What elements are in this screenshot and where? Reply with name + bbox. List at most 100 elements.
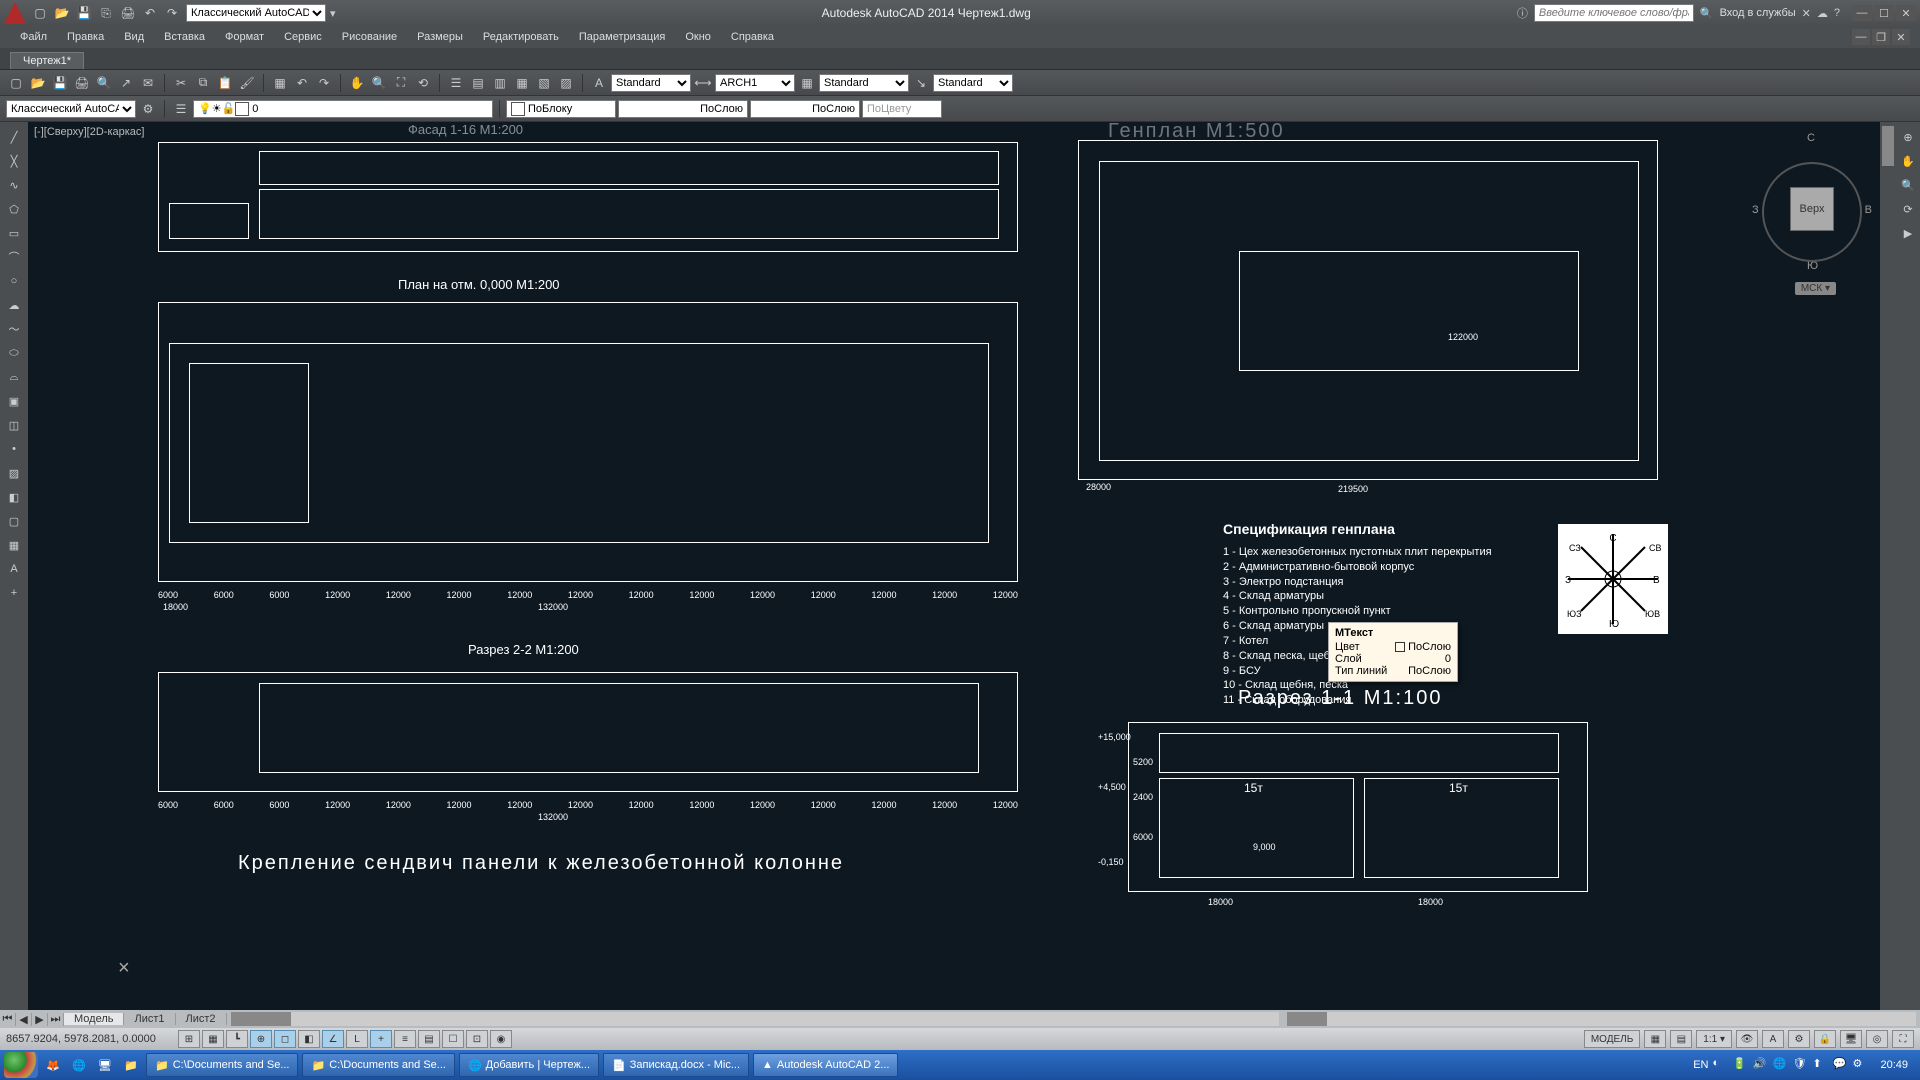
menu-draw[interactable]: Рисование (332, 29, 407, 45)
line-icon[interactable]: ╱ (3, 126, 25, 148)
tab-next-icon[interactable]: ▶ (32, 1013, 48, 1026)
toolbarlock-icon[interactable]: 🔒 (1814, 1030, 1836, 1048)
search-icon[interactable]: 🔍 (1700, 7, 1714, 20)
lineweight-select[interactable]: ПоСлою (618, 100, 748, 118)
polygon-icon[interactable]: ⬠ (3, 198, 25, 220)
tray-icon[interactable]: ◐ (1712, 1057, 1728, 1073)
linetype-select[interactable]: ПоСлою (750, 100, 860, 118)
annovisibility-icon[interactable]: 👁 (1736, 1030, 1758, 1048)
redo-icon[interactable]: ↷ (162, 3, 182, 23)
menu-service[interactable]: Сервис (274, 29, 332, 45)
doc-restore-button[interactable]: ❐ (1872, 29, 1890, 45)
open-icon[interactable]: 📂 (52, 3, 72, 23)
menu-edit[interactable]: Правка (57, 29, 114, 45)
maximize-button[interactable]: ☐ (1874, 5, 1894, 21)
orbit-icon[interactable]: ⟳ (1897, 198, 1919, 220)
viewport-label[interactable]: [-][Сверху][2D-каркас] (34, 126, 144, 138)
redo2-icon[interactable]: ↷ (314, 73, 334, 93)
tray-icon[interactable]: 🔊 (1752, 1057, 1768, 1073)
cleanscreen-icon[interactable]: ⛶ (1892, 1030, 1914, 1048)
properties-icon[interactable]: ☰ (446, 73, 466, 93)
xline-icon[interactable]: ╳ (3, 150, 25, 172)
menu-view[interactable]: Вид (114, 29, 154, 45)
menu-file[interactable]: Файл (10, 29, 57, 45)
mleaderstyle-icon[interactable]: ↘ (911, 73, 931, 93)
block-icon[interactable]: ◫ (3, 414, 25, 436)
isolate-icon[interactable]: ◎ (1866, 1030, 1888, 1048)
pan2-icon[interactable]: ✋ (1897, 150, 1919, 172)
saveas-icon[interactable]: ⎘ (96, 3, 116, 23)
spline-icon[interactable]: 〜 (3, 318, 25, 340)
plot-icon[interactable]: 🖨 (118, 3, 138, 23)
save-icon[interactable]: 💾 (74, 3, 94, 23)
grid-toggle[interactable]: ▦ (202, 1030, 224, 1048)
copy-icon[interactable]: ⧉ (193, 73, 213, 93)
menu-parametric[interactable]: Параметризация (569, 29, 675, 45)
markup-icon[interactable]: ▧ (534, 73, 554, 93)
doc-close-button[interactable]: ✕ (1892, 29, 1910, 45)
point-icon[interactable]: • (3, 438, 25, 460)
osnap-toggle[interactable]: ◻ (274, 1030, 296, 1048)
textstyle-select[interactable]: Standard (611, 74, 691, 92)
mtext-icon[interactable]: A (3, 558, 25, 580)
ellipsearc-icon[interactable]: ⌓ (3, 366, 25, 388)
sc-toggle[interactable]: ⊡ (466, 1030, 488, 1048)
tpy-toggle[interactable]: ▤ (418, 1030, 440, 1048)
signin-label[interactable]: Вход в службы (1720, 7, 1796, 19)
drawing-canvas[interactable]: [-][Сверху][2D-каркас] С З В Ю Верх МСК … (28, 122, 1896, 1010)
zoomwin-icon[interactable]: ⛶ (391, 73, 411, 93)
ql-desktop-icon[interactable]: 🖥 (94, 1054, 116, 1076)
annoautoscale-icon[interactable]: A (1762, 1030, 1784, 1048)
region-icon[interactable]: ▢ (3, 510, 25, 532)
layer-select[interactable]: 💡 ☀ 🔓 0 (193, 100, 493, 118)
start-button[interactable] (4, 1052, 38, 1078)
ortho-toggle[interactable]: ┗ (226, 1030, 248, 1048)
workspace-select2[interactable]: Классический AutoCAD (6, 100, 136, 118)
stayconnected-icon[interactable]: ☁ (1817, 7, 1828, 20)
wcs-selector[interactable]: МСК ▾ (1795, 282, 1836, 295)
tray-clock[interactable]: 20:49 (1872, 1059, 1916, 1071)
ql-firefox-icon[interactable]: 🦊 (42, 1054, 64, 1076)
tab-last-icon[interactable]: ⏭ (48, 1013, 64, 1026)
model-space-button[interactable]: МОДЕЛЬ (1584, 1030, 1640, 1048)
exchange-icon[interactable]: ✕ (1802, 7, 1811, 20)
quickview-drawings-icon[interactable]: ▤ (1670, 1030, 1692, 1048)
tray-icon[interactable]: ⚙ (1852, 1057, 1868, 1073)
otrack-toggle[interactable]: ∠ (322, 1030, 344, 1048)
mleader-select[interactable]: Standard (933, 74, 1013, 92)
revcloud-icon[interactable]: ☁ (3, 294, 25, 316)
infocenter-icon[interactable]: ⓘ (1517, 5, 1528, 21)
qnew-icon[interactable]: ▢ (6, 73, 26, 93)
matchprop-icon[interactable]: 🖌 (237, 73, 257, 93)
undo-icon[interactable]: ↶ (140, 3, 160, 23)
plot2-icon[interactable]: 🖨 (72, 73, 92, 93)
menu-dimension[interactable]: Размеры (407, 29, 473, 45)
undo2-icon[interactable]: ↶ (292, 73, 312, 93)
tray-icon[interactable]: 💬 (1832, 1057, 1848, 1073)
dc-icon[interactable]: ▤ (468, 73, 488, 93)
menu-help[interactable]: Справка (721, 29, 784, 45)
viewcube[interactable]: С З В Ю Верх (1752, 132, 1872, 272)
publish-icon[interactable]: ↗ (116, 73, 136, 93)
ws-settings-icon[interactable]: ⚙ (138, 99, 158, 119)
snap-toggle[interactable]: ⊞ (178, 1030, 200, 1048)
polar-toggle[interactable]: ⊕ (250, 1030, 272, 1048)
dimstyle-select[interactable]: ARCH1 (715, 74, 795, 92)
addselected-icon[interactable]: + (3, 582, 25, 604)
tab-prev-icon[interactable]: ◀ (16, 1013, 32, 1026)
ducs-toggle[interactable]: L (346, 1030, 368, 1048)
task-explorer2[interactable]: 📁C:\Documents and Se... (302, 1053, 454, 1077)
menu-insert[interactable]: Вставка (154, 29, 215, 45)
help-icon[interactable]: ? (1834, 7, 1840, 19)
tray-lang[interactable]: EN (1693, 1059, 1708, 1071)
zoomrt-icon[interactable]: 🔍 (369, 73, 389, 93)
quickcalc-icon[interactable]: ▨ (556, 73, 576, 93)
circle-icon[interactable]: ○ (3, 270, 25, 292)
tray-icon[interactable]: 🛡 (1792, 1057, 1808, 1073)
arc-icon[interactable]: ⌒ (3, 246, 25, 268)
tray-icon[interactable]: 🔋 (1732, 1057, 1748, 1073)
tablestyle-icon[interactable]: ▦ (797, 73, 817, 93)
hardware-icon[interactable]: 🖥 (1840, 1030, 1862, 1048)
ellipse-icon[interactable]: ⬭ (3, 342, 25, 364)
task-word[interactable]: 📄Запискад.docx - Mic... (603, 1053, 749, 1077)
